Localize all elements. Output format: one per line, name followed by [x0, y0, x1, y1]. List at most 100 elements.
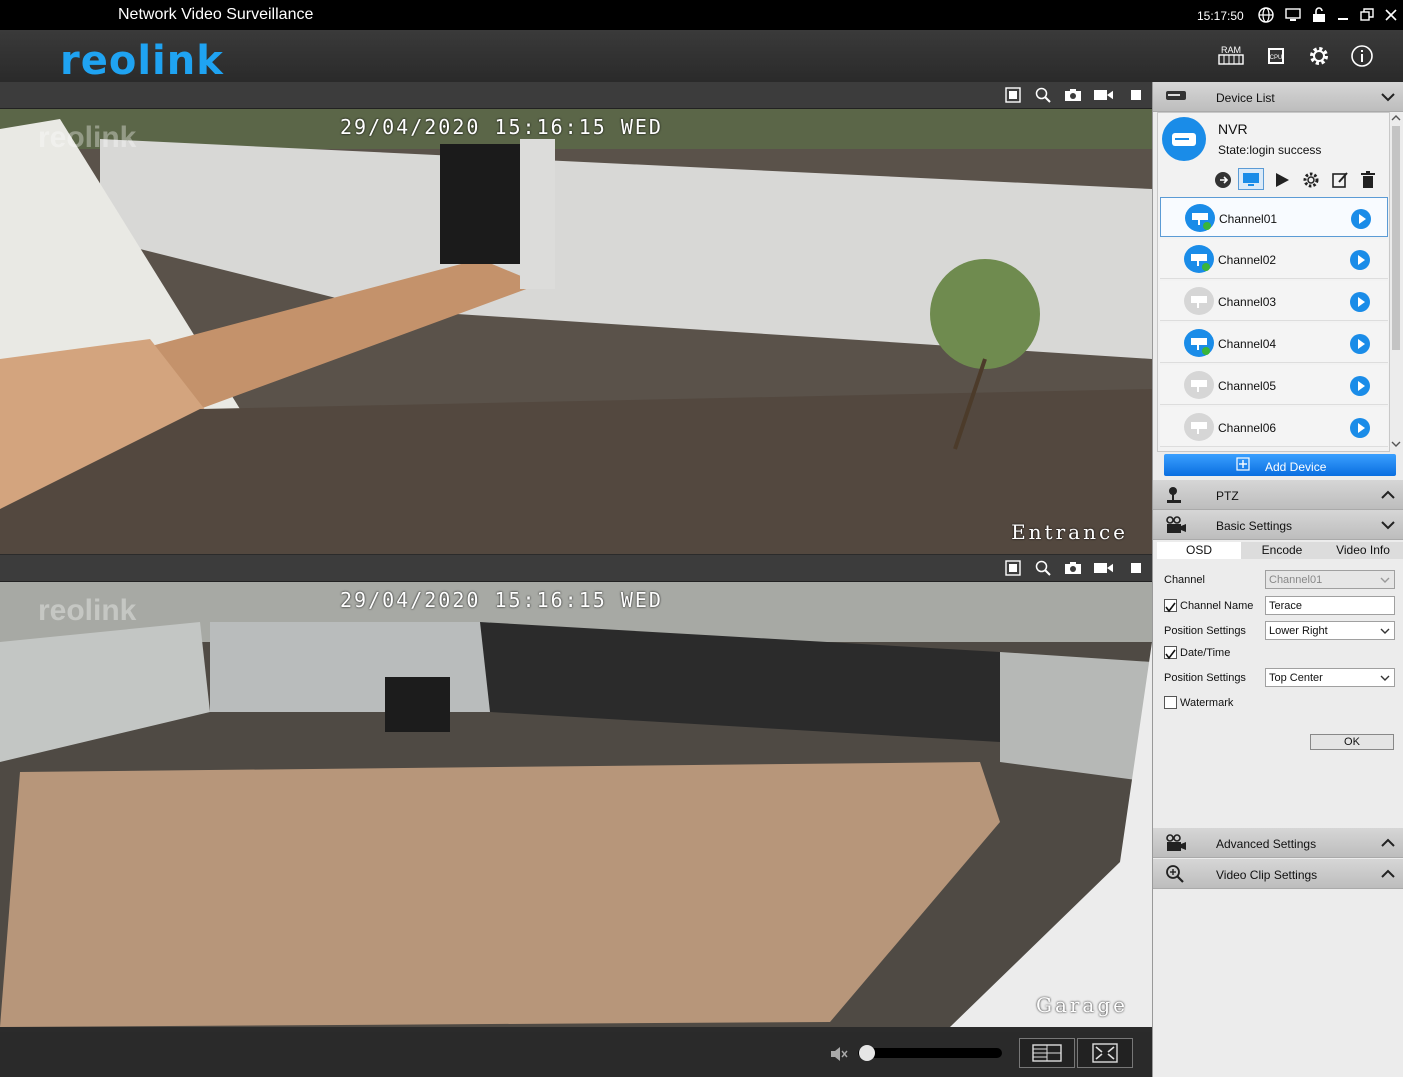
play-channel-icon[interactable]: [1350, 376, 1370, 396]
channel-item-06[interactable]: Channel06: [1160, 407, 1388, 447]
cpu-icon[interactable]: CPU: [1262, 42, 1290, 70]
record-video-icon[interactable]: [1093, 559, 1113, 577]
advanced-settings-label: Advanced Settings: [1216, 837, 1317, 851]
nvr-device-icon: [1165, 88, 1187, 106]
datetime-position-select[interactable]: Top Center: [1265, 668, 1395, 687]
video-feed-entrance[interactable]: reolink 29/04/2020 15:16:15 WED Entrance: [0, 109, 1152, 554]
channel-select: Channel01: [1265, 570, 1395, 589]
info-icon[interactable]: [1348, 42, 1376, 70]
play-channel-icon[interactable]: [1350, 250, 1370, 270]
device-list-header[interactable]: Device List: [1153, 82, 1403, 112]
channel-item-04[interactable]: Channel04: [1160, 323, 1388, 363]
play-channel-icon[interactable]: [1350, 334, 1370, 354]
app-title: Network Video Surveillance: [118, 6, 314, 23]
datetime-label: Date/Time: [1180, 647, 1231, 659]
stop-icon[interactable]: [1126, 86, 1146, 104]
device-settings-gear-icon[interactable]: [1302, 171, 1320, 194]
snapshot-camera-icon[interactable]: [1063, 559, 1083, 577]
play-channel-icon[interactable]: [1351, 209, 1371, 229]
ram-icon[interactable]: RAM: [1217, 42, 1245, 70]
advanced-settings-header[interactable]: Advanced Settings: [1153, 828, 1403, 858]
chevron-up-icon[interactable]: [1380, 835, 1396, 851]
name-position-select[interactable]: Lower Right: [1265, 621, 1395, 640]
camera-online-icon: [1185, 204, 1215, 232]
basic-settings-header[interactable]: Basic Settings: [1153, 510, 1403, 540]
osd-channel-name: Garage: [1035, 993, 1128, 1017]
device-list-scrollbar[interactable]: [1390, 112, 1402, 452]
volume-slider-handle[interactable]: [859, 1045, 875, 1061]
video-clip-settings-header[interactable]: Video Clip Settings: [1153, 859, 1403, 889]
fullscreen-button[interactable]: [1077, 1038, 1133, 1068]
osd-datetime: 29/04/2020 15:16:15 WED: [340, 588, 663, 612]
chevron-down-icon[interactable]: [1380, 89, 1396, 105]
channel-item-05[interactable]: Channel05: [1160, 365, 1388, 405]
channel-item-02[interactable]: Channel02: [1160, 239, 1388, 279]
layout-split-button[interactable]: [1019, 1038, 1075, 1068]
ok-button[interactable]: OK: [1310, 734, 1394, 750]
device-list-label: Device List: [1216, 91, 1275, 105]
zoom-icon[interactable]: [1033, 86, 1053, 104]
zoom-icon[interactable]: [1033, 559, 1053, 577]
channel-name-checkbox[interactable]: [1164, 599, 1177, 613]
ptz-header[interactable]: PTZ: [1153, 480, 1403, 510]
display-mode-icon[interactable]: [1238, 168, 1264, 190]
channel-name: Channel02: [1218, 253, 1277, 267]
app-header: reolink RAM CPU: [0, 30, 1403, 84]
tab-encode[interactable]: Encode: [1241, 542, 1323, 559]
chevron-up-icon[interactable]: [1380, 487, 1396, 503]
pane-toolbar: [0, 82, 1152, 109]
mute-speaker-icon[interactable]: [830, 1046, 848, 1067]
camera-online-icon: [1184, 329, 1214, 357]
minimize-button[interactable]: [1334, 6, 1352, 24]
bottom-bar: [0, 1032, 1152, 1077]
ptz-joystick-icon: [1165, 486, 1187, 504]
close-button[interactable]: [1382, 6, 1400, 24]
tab-osd[interactable]: OSD: [1157, 542, 1241, 559]
channel-name: Channel06: [1218, 421, 1277, 435]
video-pane-2[interactable]: reolink 29/04/2020 15:16:15 WED Garage: [0, 555, 1152, 1028]
ptz-label: PTZ: [1216, 489, 1239, 503]
svg-text:CPU: CPU: [1270, 55, 1283, 61]
play-channel-icon[interactable]: [1350, 418, 1370, 438]
datetime-checkbox[interactable]: [1164, 646, 1177, 660]
add-device-button[interactable]: Add Device: [1164, 454, 1396, 476]
watermark-checkbox[interactable]: [1164, 696, 1177, 709]
camera-settings-icon: [1165, 834, 1187, 852]
channel-name-value: Terace: [1269, 600, 1303, 612]
restore-button[interactable]: [1358, 6, 1376, 24]
channel-select-value: Channel01: [1269, 574, 1323, 586]
video-pane-1[interactable]: reolink 29/04/2020 15:16:15 WED Entrance: [0, 82, 1152, 555]
globe-icon[interactable]: [1257, 6, 1275, 24]
tab-video-info[interactable]: Video Info: [1323, 542, 1403, 559]
play-channel-icon[interactable]: [1350, 292, 1370, 312]
play-all-icon[interactable]: [1274, 171, 1290, 194]
stop-icon[interactable]: [1126, 559, 1146, 577]
volume-slider[interactable]: [858, 1045, 1002, 1061]
monitor-icon[interactable]: [1284, 6, 1302, 24]
chevron-up-icon[interactable]: [1380, 866, 1396, 882]
fullscreen-icon[interactable]: [1003, 86, 1023, 104]
record-video-icon[interactable]: [1093, 86, 1113, 104]
channel-label: Channel: [1164, 574, 1205, 586]
video-feed-garage[interactable]: reolink 29/04/2020 15:16:15 WED Garage: [0, 582, 1152, 1027]
camera-offline-icon: [1184, 413, 1214, 441]
channel-item-03[interactable]: Channel03: [1160, 281, 1388, 321]
channel-name-input[interactable]: Terace: [1265, 596, 1395, 615]
basic-settings-label: Basic Settings: [1216, 519, 1293, 533]
edit-icon[interactable]: [1331, 171, 1349, 194]
chevron-down-icon: [1380, 575, 1390, 587]
device-name: NVR: [1218, 121, 1248, 137]
delete-trash-icon[interactable]: [1360, 171, 1376, 194]
snapshot-camera-icon[interactable]: [1063, 86, 1083, 104]
chevron-down-icon[interactable]: [1380, 517, 1396, 533]
video-area: reolink 29/04/2020 15:16:15 WED Entrance: [0, 82, 1152, 1032]
channel-item-01[interactable]: Channel01: [1160, 197, 1388, 237]
settings-gear-icon[interactable]: [1305, 42, 1333, 70]
channel-name-label: Channel Name: [1180, 600, 1254, 612]
video-clip-settings-label: Video Clip Settings: [1216, 868, 1318, 882]
nvr-avatar-icon: [1162, 117, 1206, 161]
channel-name: Channel04: [1218, 337, 1277, 351]
lock-icon[interactable]: [1310, 6, 1328, 24]
fullscreen-icon[interactable]: [1003, 559, 1023, 577]
logout-icon[interactable]: [1214, 171, 1232, 194]
